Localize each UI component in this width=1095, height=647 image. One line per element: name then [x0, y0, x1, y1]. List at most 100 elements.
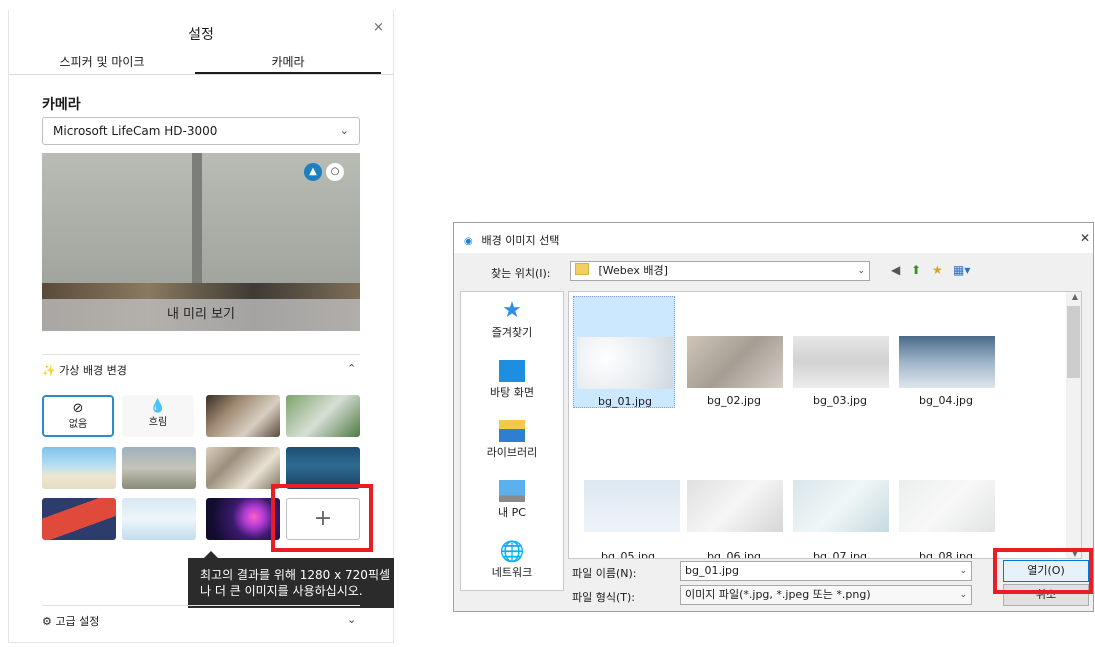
vertical-scrollbar[interactable]: ▲ ▼ [1066, 292, 1081, 558]
places-bar: ★ 즐겨찾기 바탕 화면 라이브러리 내 PC 🌐 네트워크 [460, 291, 564, 591]
place-favorites-label: 즐겨찾기 [491, 326, 533, 339]
highlight-box-add [271, 484, 373, 552]
file-thumbnail [584, 480, 680, 532]
advanced-settings[interactable]: ⚙ 고급 설정 [42, 613, 99, 629]
file-thumbnail [793, 336, 889, 388]
location-combo[interactable]: [Webex 배경] ⌄ [570, 261, 870, 281]
back-icon[interactable]: ◀ [891, 263, 900, 277]
advanced-settings-label: 고급 설정 [55, 615, 100, 628]
file-list: bg_01.jpg bg_02.jpg bg_03.jpg bg_04.jpg … [568, 291, 1082, 559]
virtual-bg-label: 가상 배경 변경 [59, 364, 127, 377]
file-item[interactable]: bg_04.jpg [891, 296, 995, 408]
file-thumbnail [687, 336, 783, 388]
place-network[interactable]: 🌐 네트워크 [461, 540, 563, 580]
bg-thumb-living-room[interactable] [206, 395, 280, 437]
network-icon: 🌐 [499, 539, 525, 563]
file-item[interactable]: bg_02.jpg [679, 296, 783, 408]
highlight-box-open [993, 548, 1093, 594]
file-open-dialog: ◉ 배경 이미지 선택 ✕ 찾는 위치(I): [Webex 배경] ⌄ ◀ ⬆… [453, 222, 1094, 612]
gear-icon: ⚙ [42, 615, 52, 628]
dialog-title-bar: ◉ 배경 이미지 선택 [464, 232, 559, 248]
place-network-label: 네트워크 [491, 566, 533, 579]
file-item[interactable]: bg_01.jpg [573, 296, 675, 408]
star-icon: ★ [502, 298, 522, 323]
file-type-value: 이미지 파일(*.jpg, *.jpeg 또는 *.png) [685, 588, 871, 601]
folder-icon [575, 263, 589, 275]
divider [42, 354, 360, 355]
place-library-label: 라이브러리 [486, 446, 538, 459]
settings-panel: 설정 × 스피커 및 마이크 카메라 카메라 Microsoft LifeCam… [8, 10, 394, 643]
location-label: 찾는 위치(I): [491, 267, 551, 280]
bg-option-none[interactable]: ⊘ 없음 [42, 395, 114, 437]
file-thumbnail [899, 480, 995, 532]
app-icon: ◉ [464, 236, 473, 247]
location-value: [Webex 배경] [598, 264, 668, 277]
view-menu-icon[interactable]: ▦▾ [953, 263, 970, 277]
file-name: bg_05.jpg [601, 550, 655, 559]
bg-thumb-greenery[interactable] [286, 395, 360, 437]
tab-camera[interactable]: 카메라 [195, 53, 381, 70]
place-favorites[interactable]: ★ 즐겨찾기 [461, 300, 563, 340]
file-thumbnail [899, 336, 995, 388]
file-name: bg_04.jpg [919, 394, 973, 407]
place-this-pc[interactable]: 내 PC [461, 480, 563, 520]
file-item[interactable]: bg_07.jpg [785, 442, 889, 558]
divider [42, 605, 360, 606]
scroll-up-icon[interactable]: ▲ [1072, 292, 1078, 301]
chevron-down-icon: ⌄ [959, 590, 967, 600]
background-icon[interactable]: ▲ [304, 163, 322, 181]
preview-label: 내 미리 보기 [42, 299, 360, 331]
computer-icon [499, 480, 525, 502]
virtual-bg-heading[interactable]: ✨ 가상 배경 변경 [42, 362, 127, 378]
file-item[interactable]: bg_05.jpg [573, 442, 680, 558]
chevron-down-icon: ⌄ [857, 266, 865, 276]
file-name-value: bg_01.jpg [685, 564, 739, 577]
chevron-down-icon: ⌄ [959, 566, 967, 576]
camera-preview: ▲ ○ 내 미리 보기 [42, 153, 360, 331]
bg-option-none-label: 없음 [68, 419, 88, 430]
bg-thumb-mountains[interactable] [286, 447, 360, 489]
bg-option-blur-label: 흐림 [148, 417, 168, 428]
place-desktop-label: 바탕 화면 [490, 386, 534, 399]
tooltip-tail [204, 551, 218, 558]
place-library[interactable]: 라이브러리 [461, 420, 563, 460]
file-item[interactable]: bg_06.jpg [679, 442, 783, 558]
new-folder-icon[interactable]: ★ [932, 263, 943, 277]
desktop-icon [499, 360, 525, 382]
none-icon: ⊘ [72, 401, 84, 416]
file-name: bg_02.jpg [707, 394, 761, 407]
bg-thumb-shadow[interactable] [206, 447, 280, 489]
up-folder-icon[interactable]: ⬆ [911, 263, 921, 277]
scrollbar-thumb[interactable] [1067, 306, 1080, 378]
chevron-up-icon[interactable]: ⌃ [347, 362, 356, 375]
camera-heading: 카메라 [42, 97, 81, 113]
settings-title: 설정 [188, 27, 214, 43]
tooltip: 최고의 결과를 위해 1280 x 720픽셀 나 더 큰 이미지를 사용하십시… [188, 558, 394, 608]
close-icon[interactable]: × [373, 20, 384, 35]
file-item[interactable]: bg_03.jpg [785, 296, 889, 408]
place-this-pc-label: 내 PC [498, 506, 526, 519]
tab-speaker-mic[interactable]: 스피커 및 마이크 [9, 53, 195, 70]
tooltip-line-1: 최고의 결과를 위해 1280 x 720픽셀 [200, 568, 391, 582]
self-view-icon[interactable]: ○ [326, 163, 344, 181]
place-desktop[interactable]: 바탕 화면 [461, 360, 563, 400]
tooltip-line-2: 나 더 큰 이미지를 사용하십시오. [200, 584, 363, 598]
dialog-title: 배경 이미지 선택 [481, 234, 560, 247]
bg-thumb-red-abstract[interactable] [42, 498, 116, 540]
bg-thumb-space[interactable] [206, 498, 280, 540]
file-type-select[interactable]: 이미지 파일(*.jpg, *.jpeg 또는 *.png) ⌄ [680, 585, 972, 605]
bg-option-blur[interactable]: 💧 흐림 [122, 395, 194, 437]
close-icon[interactable]: ✕ [1080, 231, 1090, 245]
file-name: bg_08.jpg [919, 550, 973, 559]
file-item[interactable]: bg_08.jpg [891, 442, 995, 558]
file-name: bg_01.jpg [598, 395, 652, 408]
file-name-input[interactable]: bg_01.jpg ⌄ [680, 561, 972, 581]
camera-select[interactable]: Microsoft LifeCam HD-3000 ⌄ [42, 117, 360, 145]
chevron-down-icon[interactable]: ⌄ [347, 613, 356, 626]
file-thumbnail [687, 480, 783, 532]
bg-thumb-light-blue[interactable] [122, 498, 196, 540]
bg-thumb-landscape[interactable] [122, 447, 196, 489]
bg-thumb-beach[interactable] [42, 447, 116, 489]
library-icon [499, 420, 525, 442]
file-name: bg_06.jpg [707, 550, 761, 559]
